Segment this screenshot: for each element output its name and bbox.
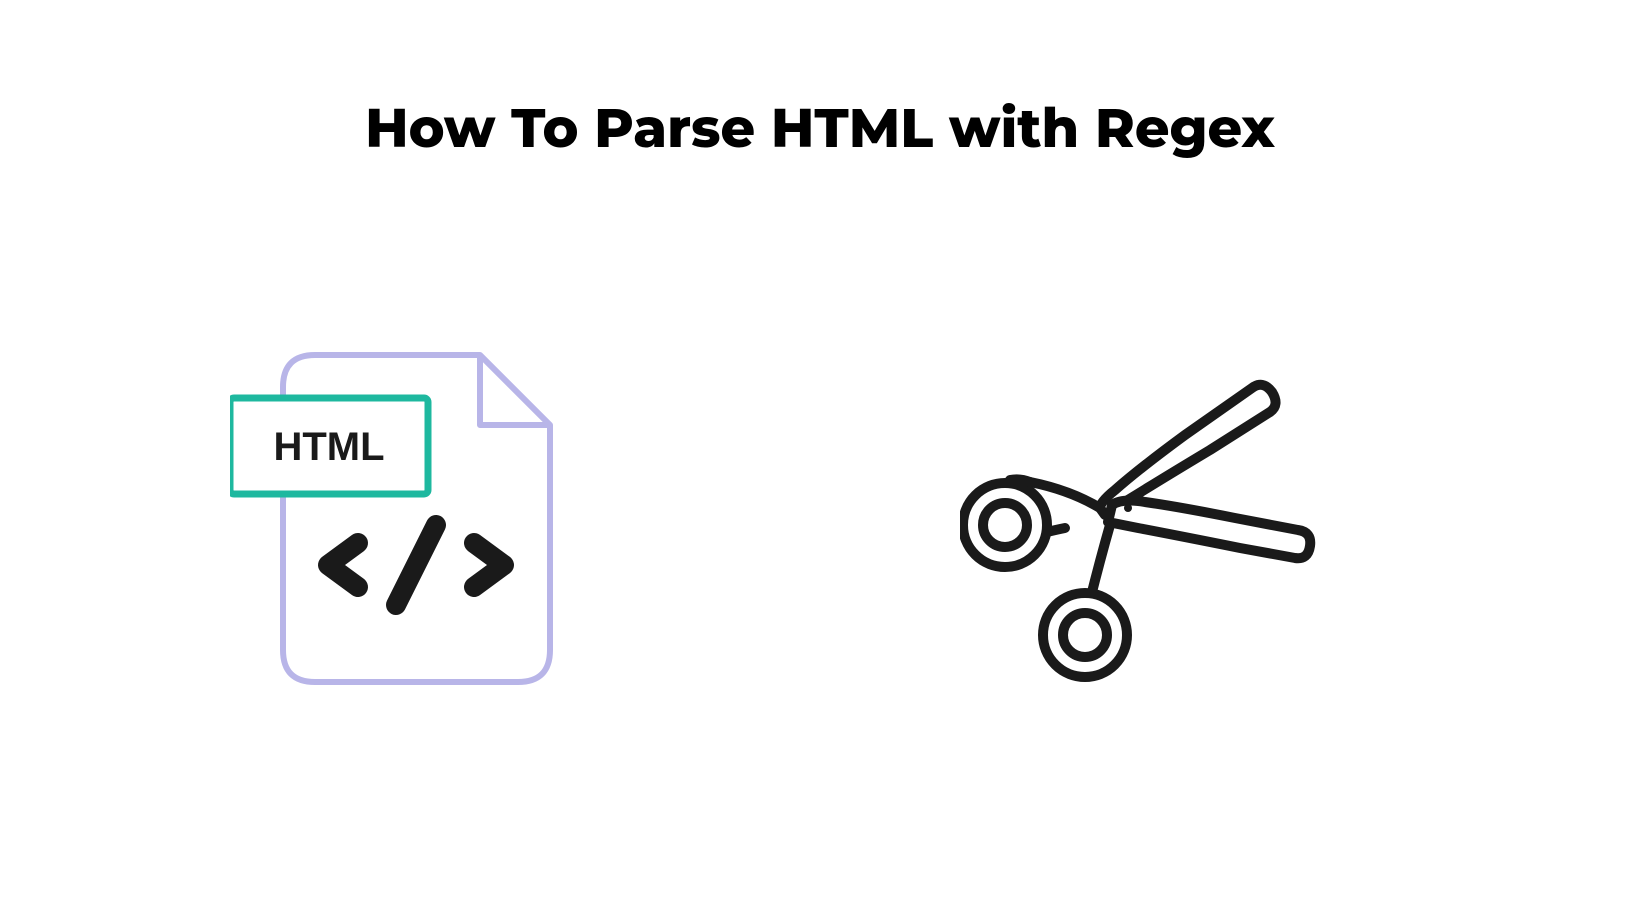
scissors-icon (960, 350, 1320, 690)
html-label: HTML (273, 425, 384, 469)
page-title: How To Parse HTML with Regex (365, 95, 1275, 161)
html-file-icon: HTML (230, 350, 590, 690)
